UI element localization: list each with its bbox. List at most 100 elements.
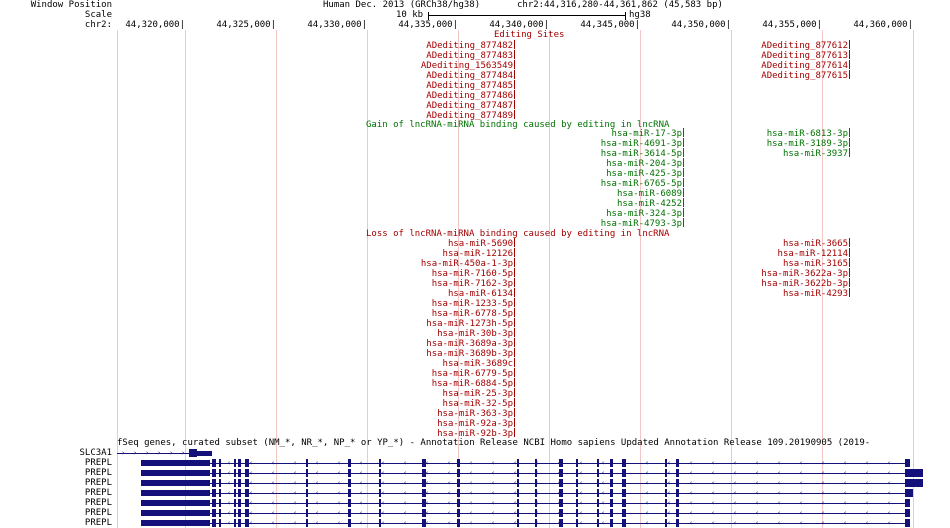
gain-mirna[interactable]: hsa-miR-4793-3p xyxy=(601,218,684,229)
gene-exon xyxy=(348,479,351,487)
gene-exon xyxy=(348,489,351,497)
genome-browser-track-area[interactable]: Human Dec. 2013 (GRCh38/hg38) chr2:44,31… xyxy=(117,0,950,528)
gene-exon xyxy=(610,469,613,477)
loss-mirna[interactable]: hsa-miR-4293 xyxy=(783,288,850,299)
strand-chevron-icon: ‹ xyxy=(491,499,496,507)
strand-chevron-icon: ‹ xyxy=(843,469,848,477)
gene-row-label[interactable]: PREPL xyxy=(0,488,112,498)
gene-exon xyxy=(219,499,221,507)
loss-mirna-marker xyxy=(514,348,515,357)
gene-row-label[interactable]: PREPL xyxy=(0,518,112,528)
strand-chevron-icon: ‹ xyxy=(381,469,386,477)
strand-chevron-icon: ‹ xyxy=(381,479,386,487)
strand-chevron-icon: ‹ xyxy=(799,509,804,517)
strand-chevron-icon: ‹ xyxy=(843,489,848,497)
strand-chevron-icon: ‹ xyxy=(711,509,716,517)
strand-chevron-icon: ‹ xyxy=(381,509,386,517)
gene-exon xyxy=(306,469,308,477)
gridline xyxy=(913,30,914,528)
gene-exon xyxy=(197,451,212,456)
strand-chevron-icon: ‹ xyxy=(491,519,496,527)
strand-chevron-icon: ‹ xyxy=(711,489,716,497)
loss-mirna-marker xyxy=(514,398,515,407)
gene-row-label[interactable]: PREPL xyxy=(0,458,112,468)
strand-chevron-icon: ‹ xyxy=(447,499,452,507)
gene-exon xyxy=(306,509,308,517)
strand-chevron-icon: ‹ xyxy=(403,499,408,507)
strand-chevron-icon: ‹ xyxy=(381,489,386,497)
strand-chevron-icon: ‹ xyxy=(887,519,892,527)
gain-mirna-marker xyxy=(683,128,684,137)
strand-chevron-icon: ‹ xyxy=(249,519,254,527)
strand-chevron-icon: ‹ xyxy=(315,509,320,517)
strand-chevron-icon: ‹ xyxy=(733,469,738,477)
gene-exon xyxy=(610,499,613,507)
strand-chevron-icon: ‹ xyxy=(513,489,518,497)
strand-chevron-icon: ‹ xyxy=(645,509,650,517)
gene-exon xyxy=(457,469,460,477)
strand-chevron-icon: ‹ xyxy=(777,469,782,477)
window-position-label: Window Position xyxy=(30,0,112,10)
gain-mirna-marker xyxy=(849,148,850,157)
loss-track-title: Loss of lncRNA-miRNA binding caused by e… xyxy=(366,229,670,239)
ruler-tick-label: 44,350,000| xyxy=(671,20,731,30)
strand-chevron-icon: ‹ xyxy=(601,479,606,487)
editing-site-marker xyxy=(849,70,850,79)
strand-chevron-icon: ‹ xyxy=(337,459,342,467)
gene-row-label[interactable]: PREPL xyxy=(0,468,112,478)
gene-row-label[interactable]: PREPL xyxy=(0,498,112,508)
strand-chevron-icon: ‹ xyxy=(711,499,716,507)
strand-chevron-icon: ‹ xyxy=(799,489,804,497)
strand-chevron-icon: ‹ xyxy=(271,519,276,527)
gene-exon xyxy=(597,489,599,497)
strand-chevron-icon: ‹ xyxy=(315,459,320,467)
strand-chevron-icon: ‹ xyxy=(469,519,474,527)
editing-site[interactable]: ADediting_877615 xyxy=(761,70,850,81)
strand-chevron-icon: ‹ xyxy=(645,469,650,477)
strand-chevron-icon: ‹ xyxy=(381,499,386,507)
gain-mirna-marker xyxy=(683,198,684,207)
strand-chevron-icon: ‹ xyxy=(271,489,276,497)
gene-exon xyxy=(212,499,216,507)
strand-chevron-icon: ‹ xyxy=(491,489,496,497)
strand-chevron-icon: ‹ xyxy=(447,479,452,487)
strand-chevron-icon: ‹ xyxy=(271,499,276,507)
gene-exon xyxy=(517,509,519,517)
gene-row-label[interactable]: PREPL xyxy=(0,508,112,518)
gene-exon xyxy=(212,469,216,477)
gene-exon xyxy=(219,489,221,497)
scale-bar-right-tick xyxy=(625,12,626,20)
strand-chevron-icon: ‹ xyxy=(535,509,540,517)
strand-chevron-icon: ‹ xyxy=(425,499,430,507)
position-readout: chr2:44,316,280-44,361,862 (45,583 bp) xyxy=(517,0,723,10)
gain-mirna-marker xyxy=(683,208,684,217)
strand-chevron-icon: ‹ xyxy=(777,519,782,527)
strand-chevron-icon: ‹ xyxy=(777,509,782,517)
gain-mirna-marker xyxy=(683,168,684,177)
gene-exon xyxy=(234,499,236,507)
ruler-tick-label: 44,345,000| xyxy=(580,20,640,30)
strand-chevron-icon: ‹ xyxy=(821,489,826,497)
gene-row-label[interactable]: PREPL xyxy=(0,478,112,488)
strand-chevron-icon: ‹ xyxy=(425,509,430,517)
gene-exon xyxy=(610,479,613,487)
strand-chevron-icon: ‹ xyxy=(865,519,870,527)
strand-chevron-icon: ‹ xyxy=(227,519,232,527)
strand-chevron-icon: ‹ xyxy=(755,479,760,487)
gene-exon xyxy=(905,489,913,497)
strand-chevron-icon: ‹ xyxy=(293,509,298,517)
gain-mirna[interactable]: hsa-miR-3937 xyxy=(783,148,850,159)
strand-chevron-icon: ‹ xyxy=(579,509,584,517)
gene-row-label[interactable]: SLC3A1 xyxy=(0,448,112,458)
ruler-tick-label: 44,320,000| xyxy=(125,20,185,30)
strand-chevron-icon: ‹ xyxy=(667,489,672,497)
gene-exon xyxy=(597,469,599,477)
strand-chevron-icon: ‹ xyxy=(249,499,254,507)
ruler-tick-label: 44,355,000| xyxy=(762,20,822,30)
strand-chevron-icon: ‹ xyxy=(623,499,628,507)
gene-intron-line xyxy=(141,503,909,504)
gene-exon xyxy=(905,469,923,477)
strand-chevron-icon: ‹ xyxy=(623,479,628,487)
chr-label: chr2: xyxy=(84,20,112,30)
strand-chevron-icon: ‹ xyxy=(271,459,276,467)
